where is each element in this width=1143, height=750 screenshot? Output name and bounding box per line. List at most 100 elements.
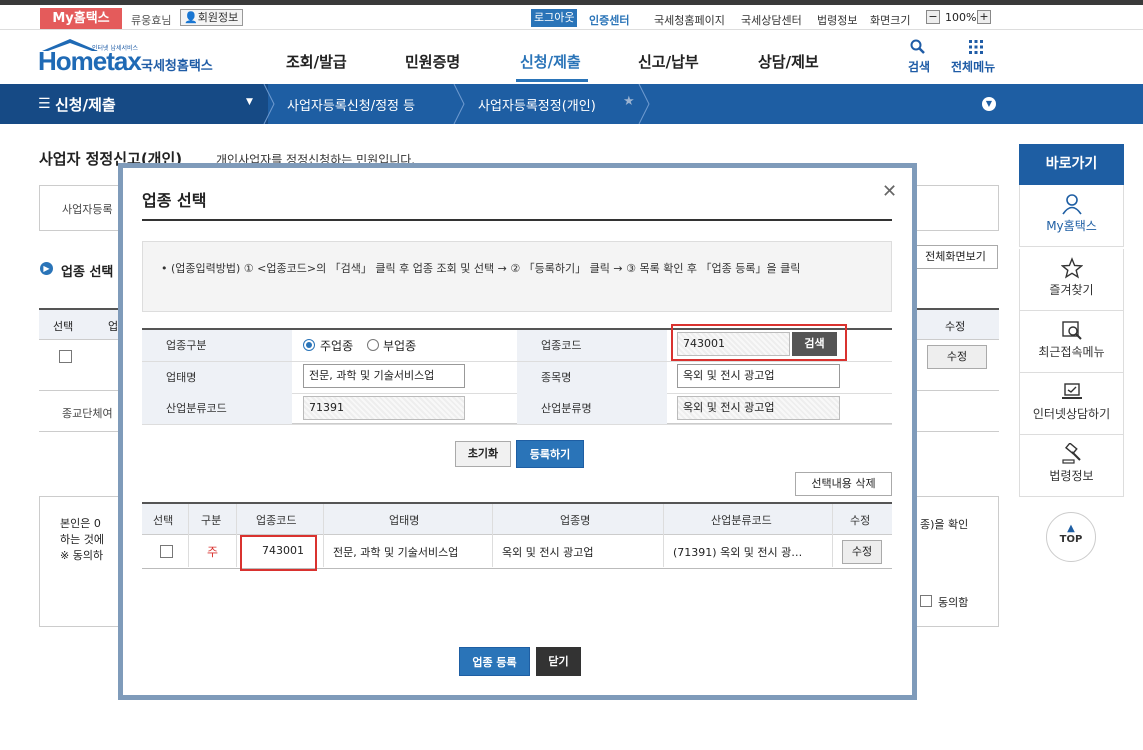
instruction-content: (업종입력방법) ① <업종코드>의 「검색」 클릭 후 업종 조회 및 선택 … <box>171 262 801 275</box>
radio-sub-label[interactable]: 부업종 <box>383 337 416 354</box>
cert-center-link[interactable]: 인증센터 <box>589 12 629 28</box>
zoom-in-button[interactable]: + <box>977 10 991 24</box>
th-biz-type: 업태명 <box>389 514 420 527</box>
agree-label: 동의함 <box>938 596 969 609</box>
radio-sub-industry[interactable] <box>367 339 379 351</box>
table-header <box>142 504 892 535</box>
quick-internet-consult[interactable]: 인터넷상담하기 <box>1019 373 1124 435</box>
gavel-icon <box>1061 443 1081 464</box>
star-outline-icon <box>1060 257 1083 279</box>
row-item: 옥외 및 전시 광고업 <box>502 546 594 559</box>
full-screen-button[interactable]: 전체화면보기 <box>913 245 998 269</box>
quick-law-label: 법령정보 <box>1049 469 1094 483</box>
search-icon[interactable] <box>910 39 926 55</box>
recent-search-icon <box>1061 321 1082 340</box>
nav-main-label: 신청/제출 <box>55 96 116 114</box>
col-divider <box>832 504 833 567</box>
th-code: 업종코드 <box>256 514 297 527</box>
user-greeting: 류웅효님 <box>131 14 172 27</box>
gnb-application[interactable]: 신청/제출 <box>520 51 581 72</box>
gnb-report-pay[interactable]: 신고/납부 <box>638 51 699 72</box>
chevron-separator-icon <box>638 84 650 124</box>
chevron-separator-icon <box>263 84 275 124</box>
chevron-separator-icon <box>453 84 465 124</box>
biz-type-input[interactable]: 전문, 과학 및 기술서비스업 <box>303 364 465 388</box>
th-item: 업종명 <box>560 514 591 527</box>
scroll-top-button[interactable]: ▲ TOP <box>1046 512 1096 562</box>
member-info-label: 회원정보 <box>197 11 239 24</box>
star-icon[interactable]: ★ <box>623 94 635 109</box>
row-biz-type: 전문, 과학 및 기술서비스업 <box>333 546 459 559</box>
screen-size-label: 화면크기 <box>870 14 911 27</box>
delete-selected-button[interactable]: 선택내용 삭제 <box>795 472 892 496</box>
th-ind-code: 산업분류코드 <box>711 514 772 527</box>
th-select: 선택 <box>153 514 174 527</box>
code-label: 업종코드 <box>517 330 667 361</box>
col-divider <box>663 504 664 567</box>
logout-button[interactable]: 로그아웃 <box>531 9 578 27</box>
radio-main-label[interactable]: 주업종 <box>320 337 353 354</box>
laptop-icon <box>1061 383 1082 399</box>
agreement-text-right: 종)을 확인 <box>920 518 969 531</box>
my-hometax-button[interactable]: My홈택스 <box>40 8 122 29</box>
row-modify-button[interactable]: 수정 <box>842 540 882 564</box>
law-info-link[interactable]: 법령정보 <box>817 12 857 28</box>
modify-button[interactable]: 수정 <box>927 345 987 369</box>
th-kind: 구분 <box>201 514 222 527</box>
item-input[interactable]: 옥외 및 전시 광고업 <box>677 364 840 388</box>
col-modify: 수정 <box>945 320 966 333</box>
quick-menu-title: 바로가기 <box>1019 144 1124 185</box>
quick-recent[interactable]: 최근접속메뉴 <box>1019 311 1124 373</box>
ind-name-label: 산업분류명 <box>517 393 667 424</box>
zoom-out-button[interactable]: − <box>926 10 940 24</box>
ind-name-input: 옥외 및 전시 광고업 <box>677 396 840 420</box>
add-button[interactable]: 등록하기 <box>516 440 584 468</box>
breadcrumb-1[interactable]: 사업자등록신청/정정 등 <box>287 95 415 114</box>
ind-code-label: 산업분류코드 <box>142 393 292 424</box>
modal-title-divider <box>142 219 892 221</box>
biz-type-label: 업태명 <box>142 362 292 393</box>
arrow-circle-icon: ▶ <box>40 262 53 275</box>
row-checkbox[interactable] <box>160 545 173 558</box>
col-industry: 업 <box>108 320 119 333</box>
agreement-text: 본인은 0 하는 것에 ※ 동의하 <box>60 517 104 562</box>
modal-title: 업종 선택 <box>142 191 207 210</box>
hamburger-icon: ☰ <box>38 96 51 112</box>
logo-subtitle: 국세청홈택스 <box>141 59 213 74</box>
th-modify: 수정 <box>850 514 871 527</box>
member-info-button[interactable]: 👤회원정보 <box>180 9 244 26</box>
gnb-active-indicator <box>516 79 588 82</box>
breadcrumb-2[interactable]: 사업자등록정정(개인) <box>478 95 596 114</box>
arrow-up-icon: ▲ <box>1067 523 1075 534</box>
gnb-certificate[interactable]: 민원증명 <box>405 51 460 72</box>
nts-homepage-link[interactable]: 국세청홈페이지 <box>654 12 725 28</box>
grid-menu-icon[interactable] <box>968 39 984 55</box>
section-title: 업종 선택 <box>61 265 114 280</box>
col-divider <box>188 504 189 567</box>
quick-favorites-label: 즐겨찾기 <box>1049 283 1094 297</box>
close-icon[interactable]: ✕ <box>882 181 897 202</box>
row-checkbox[interactable] <box>59 350 72 363</box>
gnb-inquiry[interactable]: 조회/발급 <box>286 51 347 72</box>
all-menu-label[interactable]: 전체메뉴 <box>951 58 995 75</box>
quick-my-hometax[interactable]: My홈택스 <box>1019 185 1124 247</box>
col-select: 선택 <box>53 320 74 333</box>
nts-consult-link[interactable]: 국세상담센터 <box>741 12 802 28</box>
quick-recent-label: 최근접속메뉴 <box>1038 345 1105 359</box>
ind-code-input: 71391 <box>303 396 465 420</box>
quick-law-info[interactable]: 법령정보 <box>1019 435 1124 497</box>
item-label: 종목명 <box>517 362 667 393</box>
agree-checkbox[interactable] <box>920 595 932 607</box>
quick-favorites[interactable]: 즐겨찾기 <box>1019 249 1124 311</box>
instruction-text: • (업종입력방법) ① <업종코드>의 「검색」 클릭 후 업종 조회 및 선… <box>161 262 801 275</box>
search-label[interactable]: 검색 <box>908 58 930 75</box>
hometax-logo[interactable]: Hometax <box>38 46 142 77</box>
caret-down-icon[interactable]: ▼ <box>246 97 253 107</box>
register-industry-button[interactable]: 업종 등록 <box>459 647 530 676</box>
gnb-consult[interactable]: 상담/제보 <box>758 51 819 72</box>
row-kind: 주 <box>207 545 219 559</box>
highlight-box <box>671 324 847 361</box>
expand-icon[interactable]: ▼ <box>982 97 996 111</box>
reset-button[interactable]: 초기화 <box>455 441 511 467</box>
close-button[interactable]: 닫기 <box>536 647 581 676</box>
